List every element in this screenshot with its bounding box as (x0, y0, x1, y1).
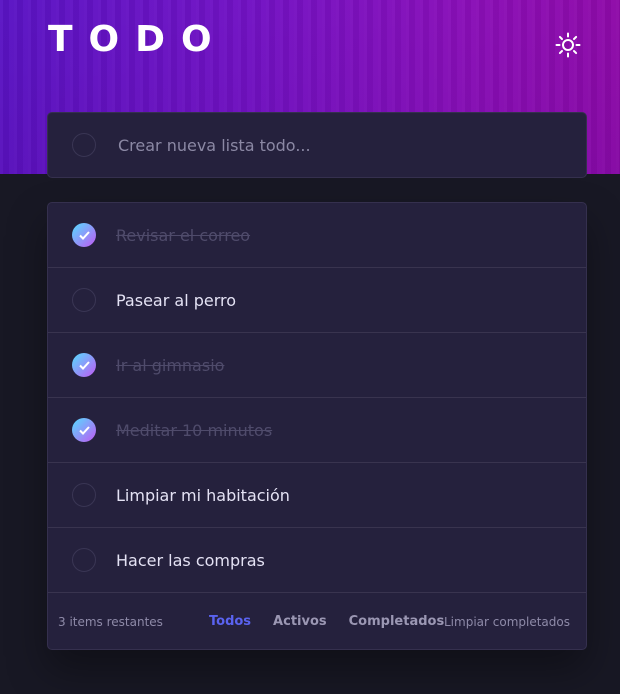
check-icon (78, 230, 90, 240)
todo-text: Limpiar mi habitación (116, 485, 290, 505)
theme-toggle-button[interactable] (552, 29, 584, 61)
clear-completed-button[interactable]: Limpiar completados (444, 615, 570, 629)
sun-icon (555, 32, 581, 58)
list-footer: 3 items restantes Todos Activos Completa… (48, 593, 586, 650)
todo-list: Revisar el correo Pasear al perro Ir al gi… (47, 202, 587, 650)
todo-item[interactable]: Limpiar mi habitación (48, 463, 586, 528)
todo-text: Ir al gimnasio (116, 355, 225, 375)
new-todo-input[interactable] (118, 130, 558, 160)
todo-item[interactable]: Meditar 10 minutos (48, 398, 586, 463)
app-title: TODO (48, 19, 228, 60)
todo-text: Revisar el correo (116, 225, 251, 245)
todo-text: Pasear al perro (116, 290, 237, 310)
filter-all[interactable]: Todos (209, 614, 251, 629)
todo-item[interactable]: Ir al gimnasio (48, 333, 586, 398)
items-left-count: 3 items restantes (58, 614, 163, 629)
todo-item[interactable]: Revisar el correo (48, 203, 586, 268)
filter-group: Todos Activos Completados (209, 614, 444, 629)
filter-completed[interactable]: Completados (349, 614, 445, 629)
todo-item[interactable]: Hacer las compras (48, 528, 586, 593)
checkbox-empty-icon[interactable] (72, 548, 96, 572)
checkbox-checked-icon[interactable] (72, 223, 96, 247)
checkbox-empty-icon[interactable] (72, 288, 96, 312)
check-icon (78, 425, 90, 435)
new-todo-card (47, 112, 587, 178)
todo-text: Meditar 10 minutos (116, 420, 273, 440)
check-icon (78, 360, 90, 370)
new-todo-circle-icon (72, 133, 96, 157)
todo-text: Hacer las compras (116, 550, 265, 570)
checkbox-empty-icon[interactable] (72, 483, 96, 507)
filter-active[interactable]: Activos (273, 614, 327, 629)
checkbox-checked-icon[interactable] (72, 353, 96, 377)
checkbox-checked-icon[interactable] (72, 418, 96, 442)
todo-item[interactable]: Pasear al perro (48, 268, 586, 333)
